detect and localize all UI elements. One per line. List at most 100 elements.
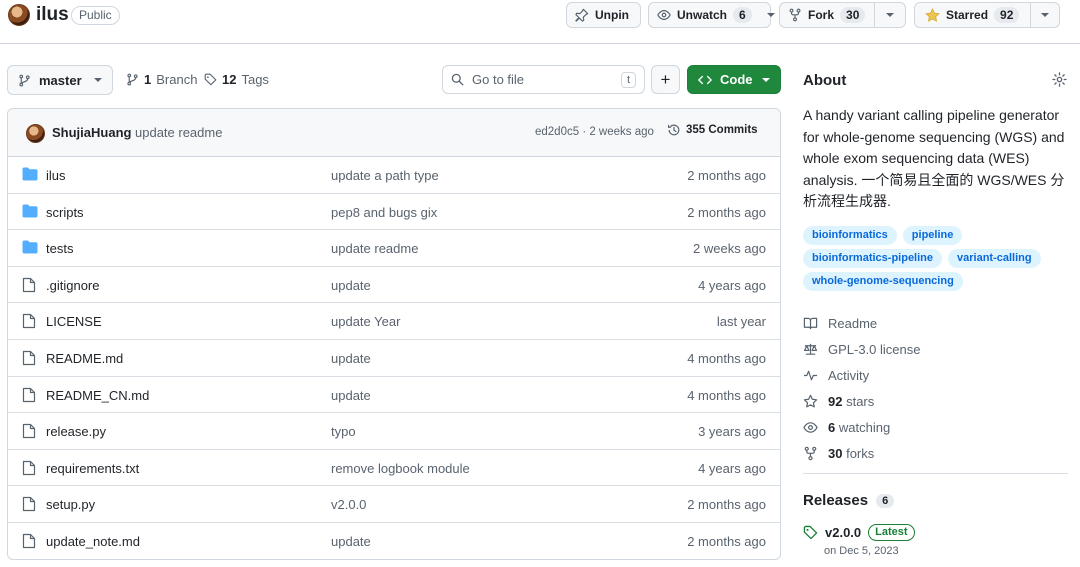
topic-list: bioinformatics pipeline bioinformatics-pip…	[803, 226, 1073, 291]
releases-heading[interactable]: Releases 6	[803, 492, 895, 509]
file-commit-message[interactable]: update	[331, 278, 371, 293]
file-commit-message[interactable]: update Year	[331, 314, 400, 329]
file-row[interactable]: LICENSE update Year last year	[8, 303, 780, 340]
file-commit-message[interactable]: v2.0.0	[331, 497, 366, 512]
file-row[interactable]: README_CN.md update 4 months ago	[8, 377, 780, 414]
file-row[interactable]: .gitignore update 4 years ago	[8, 267, 780, 304]
commit-author-avatar[interactable]	[26, 124, 45, 143]
code-button[interactable]: Code	[687, 65, 781, 94]
owner-avatar[interactable]	[8, 4, 30, 26]
file-commit-age: 2 weeks ago	[693, 241, 766, 257]
latest-release-link[interactable]: v2.0.0 Latest	[803, 524, 915, 541]
fork-dropdown[interactable]	[875, 3, 905, 27]
latest-badge: Latest	[868, 524, 915, 541]
go-to-file-input[interactable]: Go to file t	[442, 65, 645, 94]
gear-icon[interactable]	[1052, 72, 1067, 87]
activity-label: Activity	[828, 367, 870, 383]
file-commit-age: last year	[716, 314, 766, 330]
file-icon	[22, 496, 36, 512]
eye-icon	[803, 420, 818, 435]
topic-tag[interactable]: pipeline	[902, 226, 963, 245]
file-row[interactable]: setup.py v2.0.0 2 months ago	[8, 486, 780, 523]
file-icon	[22, 533, 36, 549]
chevron-down-icon	[886, 13, 894, 17]
tags-link[interactable]: 12 Tags	[204, 72, 269, 87]
branch-selector[interactable]: master	[7, 65, 113, 95]
topic-tag[interactable]: variant-calling	[948, 249, 1041, 268]
file-row[interactable]: update_note.md update 2 months ago	[8, 523, 780, 559]
release-version: v2.0.0	[825, 525, 862, 540]
file-name[interactable]: .gitignore	[46, 278, 99, 293]
file-name[interactable]: scripts	[46, 205, 84, 220]
file-name[interactable]: ilus	[46, 168, 66, 183]
tag-icon	[204, 73, 217, 86]
file-commit-message[interactable]: update	[331, 388, 371, 403]
forks-count: 30	[828, 445, 843, 461]
unpin-label: Unpin	[595, 8, 629, 22]
file-icon	[22, 277, 36, 293]
license-link[interactable]: GPL-3.0 license	[803, 336, 1068, 362]
chevron-down-icon	[1041, 13, 1049, 17]
file-row[interactable]: ilus update a path type 2 months ago	[8, 157, 780, 194]
commit-hash-time[interactable]: ed2d0c5 · 2 weeks ago	[535, 126, 654, 138]
watching-link[interactable]: 6 watching	[803, 414, 1068, 440]
fork-label: Fork	[808, 8, 835, 22]
unpin-button[interactable]: Unpin	[566, 2, 641, 28]
star-dropdown[interactable]	[1031, 3, 1059, 27]
file-row[interactable]: requirements.txt remove logbook module 4 y…	[8, 450, 780, 487]
readme-link[interactable]: Readme	[803, 310, 1068, 336]
file-commit-age: 3 years ago	[698, 424, 766, 440]
file-name[interactable]: README_CN.md	[46, 388, 149, 403]
plus-icon: +	[660, 69, 671, 89]
topic-tag[interactable]: whole-genome-sequencing	[803, 272, 963, 291]
file-commit-message[interactable]: update a path type	[331, 168, 439, 183]
file-row[interactable]: README.md update 4 months ago	[8, 340, 780, 377]
topic-tag[interactable]: bioinformatics-pipeline	[803, 249, 943, 268]
commits-history-link[interactable]: 355 Commits	[667, 123, 758, 137]
file-commit-age: 2 months ago	[687, 497, 766, 513]
file-commit-age: 4 years ago	[698, 460, 766, 476]
tags-count: 12	[222, 72, 237, 87]
commit-author[interactable]: ShujiaHuang	[52, 125, 131, 140]
topic-tag[interactable]: bioinformatics	[803, 226, 897, 245]
tag-icon	[803, 525, 818, 540]
code-label: Code	[720, 72, 753, 87]
repo-name[interactable]: ilus	[36, 4, 69, 26]
folder-icon	[22, 167, 38, 181]
tags-label: Tags	[241, 72, 269, 87]
watching-label: watching	[838, 419, 891, 435]
forks-link[interactable]: 30 forks	[803, 440, 1068, 466]
file-commit-message[interactable]: update readme	[331, 241, 418, 256]
file-commit-message[interactable]: typo	[331, 424, 356, 439]
code-icon	[698, 73, 712, 87]
file-name[interactable]: requirements.txt	[46, 461, 139, 476]
commit-count: 355 Commits	[686, 124, 758, 136]
file-name[interactable]: README.md	[46, 351, 123, 366]
file-name[interactable]: update_note.md	[46, 534, 140, 549]
file-name[interactable]: LICENSE	[46, 314, 102, 329]
activity-link[interactable]: Activity	[803, 362, 1068, 388]
branches-link[interactable]: 1 Branch	[126, 72, 197, 87]
watch-button[interactable]: Unwatch 6	[648, 2, 775, 28]
file-name[interactable]: release.py	[46, 424, 106, 439]
chevron-down-icon	[766, 13, 775, 17]
file-icon	[22, 350, 36, 366]
commit-message[interactable]: update readme	[135, 125, 222, 140]
file-commit-message[interactable]: pep8 and bugs gix	[331, 205, 437, 220]
chevron-down-icon	[94, 78, 102, 82]
releases-label: Releases	[803, 492, 869, 509]
file-commit-message[interactable]: update	[331, 351, 371, 366]
add-file-button[interactable]: +	[651, 65, 680, 94]
file-row[interactable]: release.py typo 3 years ago	[8, 413, 780, 450]
file-commit-message[interactable]: remove logbook module	[331, 461, 470, 476]
file-name[interactable]: tests	[46, 241, 73, 256]
file-icon	[22, 313, 36, 329]
file-row[interactable]: tests update readme 2 weeks ago	[8, 230, 780, 267]
star-button[interactable]: Starred 92	[914, 2, 1060, 28]
file-row[interactable]: scripts pep8 and bugs gix 2 months ago	[8, 194, 780, 231]
file-commit-message[interactable]: update	[331, 534, 371, 549]
fork-button[interactable]: Fork 30	[779, 2, 906, 28]
file-name[interactable]: setup.py	[46, 497, 95, 512]
stars-link[interactable]: 92 stars	[803, 388, 1068, 414]
pin-icon	[575, 8, 589, 22]
